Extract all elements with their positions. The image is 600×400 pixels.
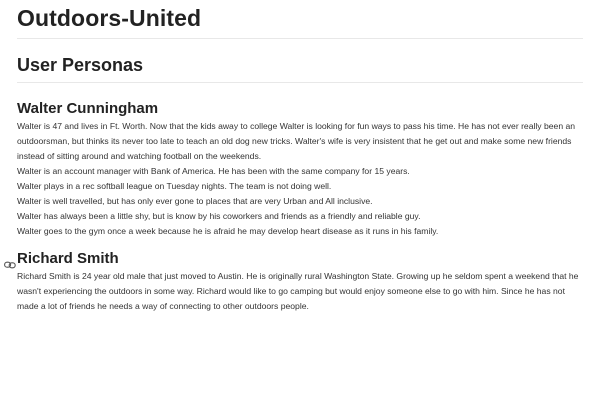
site-title: Outdoors-United — [17, 5, 202, 31]
section-divider — [17, 82, 583, 83]
persona-paragraph: Walter has always been a little shy, but… — [17, 211, 421, 221]
page: Outdoors-United User Personas Walter Cun… — [0, 0, 600, 400]
persona-paragraph: Walter plays in a rec softball league on… — [17, 181, 332, 191]
persona-paragraph: Walter goes to the gym once a week becau… — [17, 226, 439, 236]
persona-paragraph: Walter is an account manager with Bank o… — [17, 166, 410, 176]
persona-name-richard: Richard Smith — [17, 250, 119, 267]
persona-name-walter: Walter Cunningham — [17, 100, 159, 117]
section-title: User Personas — [17, 55, 144, 75]
main-content: Outdoors-United User Personas Walter Cun… — [4, 0, 583, 314]
link-icon[interactable] — [4, 255, 16, 269]
persona-paragraph: Walter is 47 and lives in Ft. Worth. Now… — [17, 121, 576, 161]
persona-paragraph: Richard Smith is 24 year old male that j… — [17, 271, 579, 311]
title-divider — [17, 38, 583, 39]
persona-paragraph: Walter is well travelled, but has only e… — [17, 196, 373, 206]
persona-heading-richard: Richard Smith — [4, 249, 583, 269]
